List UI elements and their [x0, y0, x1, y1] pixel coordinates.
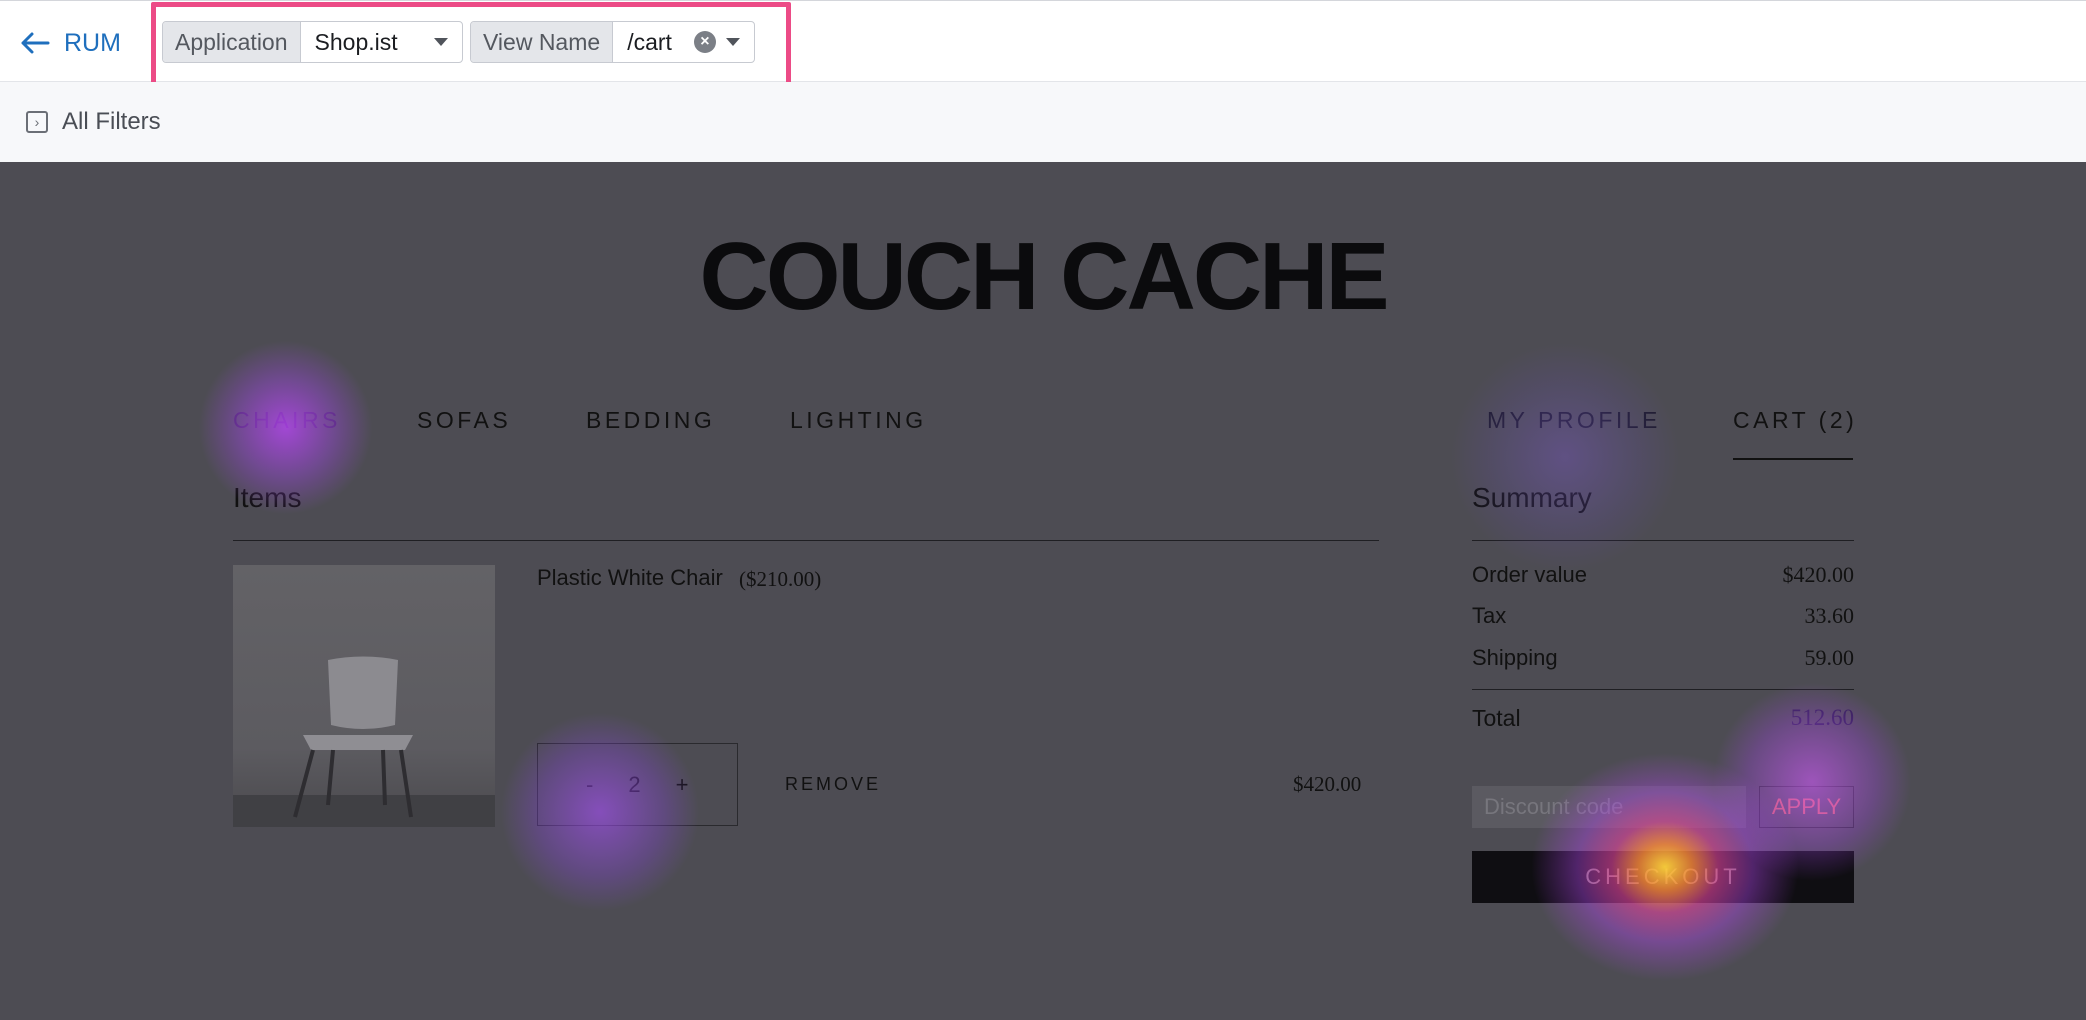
nav-chairs[interactable]: CHAIRS [233, 407, 341, 434]
heatmap-page: COUCH CACHE CHAIRS SOFAS BEDDING LIGHTIN… [0, 162, 2086, 1020]
summary-heading: Summary [1472, 482, 1592, 513]
product-image [233, 565, 495, 827]
decrement-button[interactable]: - [586, 772, 593, 798]
total-divider [1472, 689, 1854, 690]
items-divider [233, 540, 1379, 541]
nav-lighting[interactable]: LIGHTING [790, 407, 927, 434]
shipping-label: Shipping [1472, 645, 1558, 670]
product-name[interactable]: Plastic White Chair [537, 565, 723, 591]
expand-panel-icon: › [26, 111, 48, 133]
heatmap-spot [1450, 342, 1680, 572]
order-value-label: Order value [1472, 562, 1587, 587]
site-logo: COUCH CACHE [699, 223, 1390, 330]
tax-row: Tax 33.60 [1472, 603, 1854, 629]
apply-button[interactable]: APPLY [1759, 786, 1854, 828]
items-heading: Items [233, 482, 302, 513]
order-value: $420.00 [1782, 562, 1855, 587]
back-label: RUM [64, 28, 121, 57]
all-filters-toggle[interactable]: › All Filters [26, 108, 161, 136]
nav-sofas[interactable]: SOFAS [417, 407, 511, 434]
highlight-box [151, 2, 791, 94]
shipping-value: 59.00 [1804, 645, 1855, 670]
tax-value: 33.60 [1804, 603, 1855, 628]
discount-code-input[interactable]: Discount code [1472, 786, 1746, 828]
back-to-rum-link[interactable]: RUM [20, 27, 121, 59]
top-bar: RUM Application Shop.ist View Name /cart… [0, 0, 2086, 94]
quantity-stepper[interactable]: - 2 + [537, 743, 738, 826]
total-row: Total 512.60 [1472, 705, 1854, 732]
tax-label: Tax [1472, 603, 1507, 628]
nav-cart[interactable]: CART (2) [1733, 407, 1857, 434]
checkout-button[interactable]: CHECKOUT [1472, 851, 1854, 903]
filter-bar: › All Filters [0, 82, 2086, 162]
product-unit-price: ($210.00) [739, 567, 822, 591]
all-filters-label: All Filters [62, 108, 161, 135]
summary-divider [1472, 540, 1854, 541]
nav-bedding[interactable]: BEDDING [586, 407, 715, 434]
cart-active-underline [1733, 458, 1853, 460]
nav-my-profile[interactable]: MY PROFILE [1487, 407, 1661, 434]
total-label: Total [1472, 705, 1521, 731]
chair-image [233, 656, 495, 827]
arrow-left-icon [21, 32, 50, 54]
line-total: $420.00 [1293, 772, 1362, 796]
shipping-row: Shipping 59.00 [1472, 645, 1854, 671]
increment-button[interactable]: + [676, 772, 689, 798]
order-value-row: Order value $420.00 [1472, 562, 1854, 588]
remove-button[interactable]: REMOVE [785, 774, 881, 795]
quantity-value[interactable]: 2 [628, 772, 640, 798]
total-value: 512.60 [1790, 705, 1854, 730]
